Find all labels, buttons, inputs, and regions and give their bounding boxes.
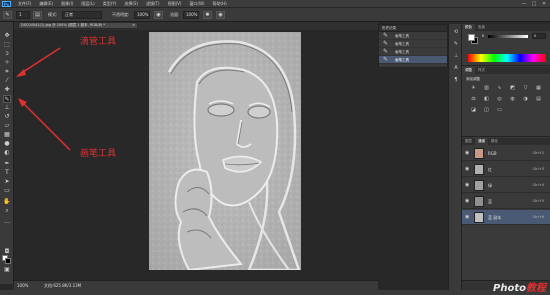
- arrow-to-brush: [21, 101, 71, 151]
- watermark-logo: Photo教程: [493, 283, 546, 294]
- annotation-dropper-label: 滴管工具: [80, 37, 117, 47]
- arrow-to-eyedropper: [19, 47, 61, 75]
- annotation-brush-label: 画笔工具: [80, 149, 117, 159]
